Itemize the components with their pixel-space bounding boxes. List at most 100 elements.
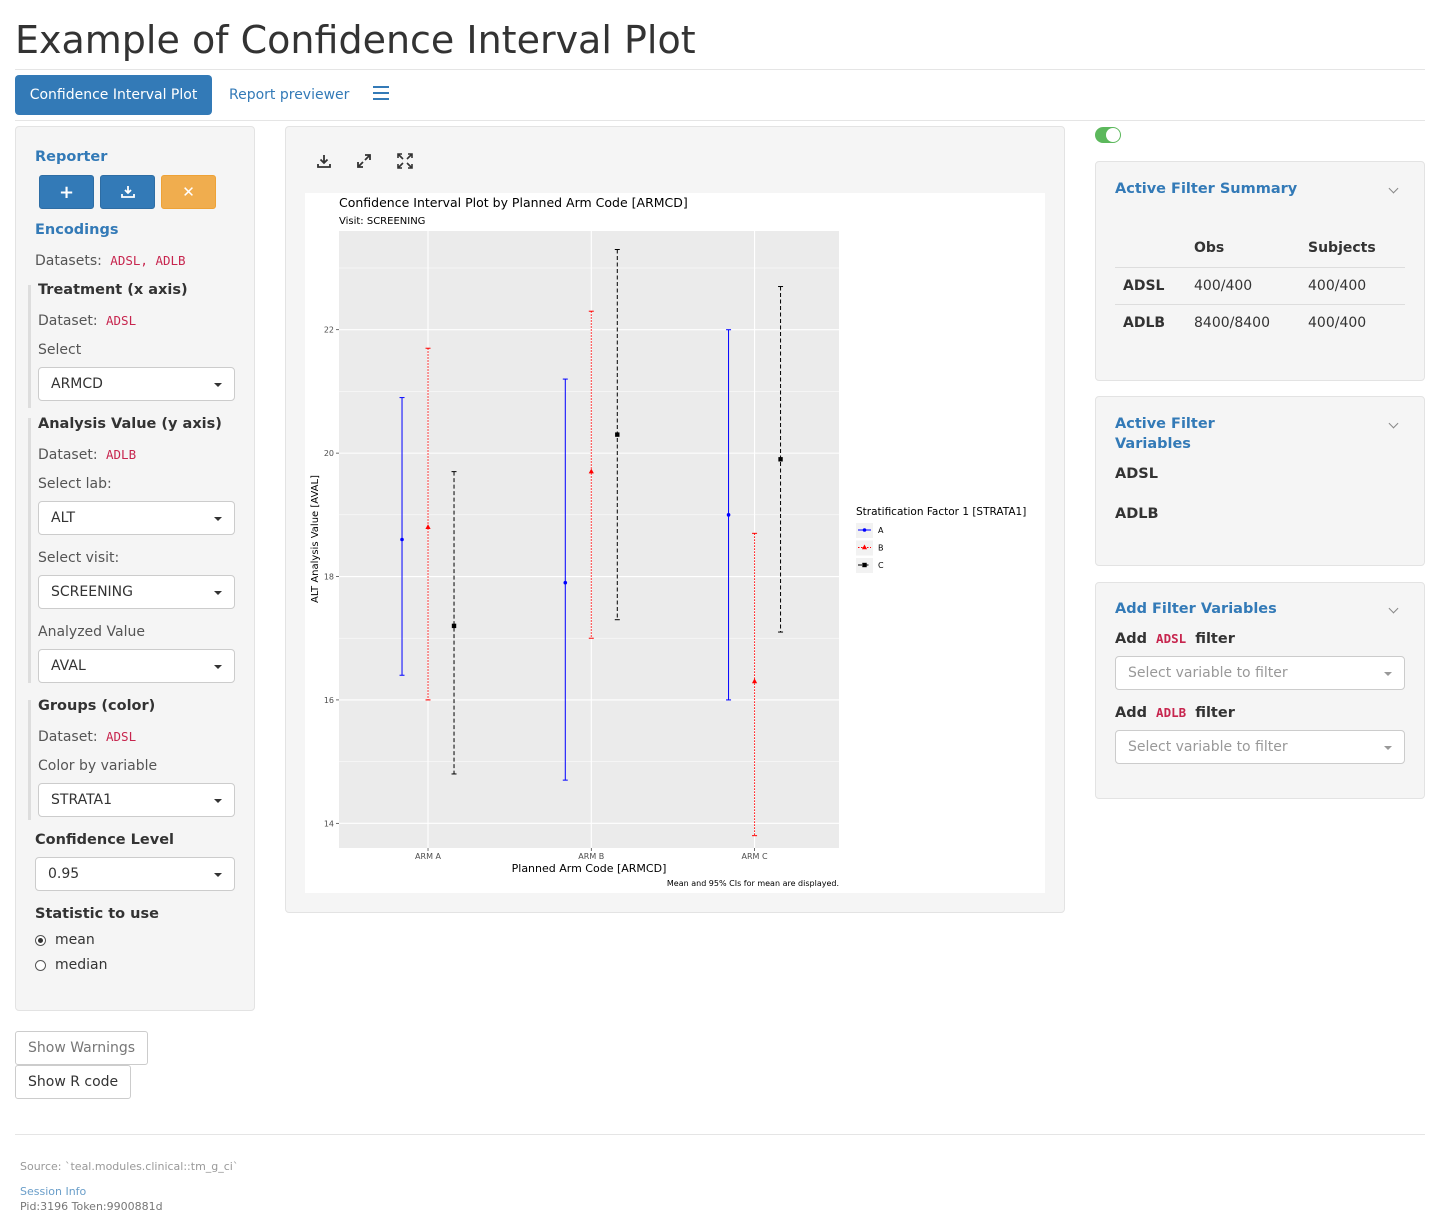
visit-select[interactable]: SCREENING — [38, 575, 235, 609]
table-header-row: Obs Subjects — [1115, 229, 1405, 267]
x-tick-label: ARM A — [415, 852, 441, 861]
color-by-label: Color by variable — [38, 758, 158, 774]
treatment-dataset-label: Dataset: — [38, 313, 98, 329]
analysis-group-border — [28, 418, 31, 683]
mean-point — [400, 537, 404, 542]
fullscreen-button[interactable] — [397, 153, 413, 173]
x-tick-label: ARM C — [742, 852, 768, 861]
show-r-code-button[interactable]: Show R code — [15, 1065, 132, 1099]
chevron-down-icon — [1384, 672, 1392, 676]
session-info-link[interactable]: Session Info — [20, 1185, 86, 1198]
show-warnings-button[interactable]: Show Warnings — [15, 1031, 149, 1065]
pid-text: Pid:3196 Token:9900881d — [20, 1200, 163, 1213]
visit-select-label: Select visit: — [38, 550, 120, 566]
analysis-title: Analysis Value (y axis) — [38, 416, 222, 432]
reset-report-button[interactable]: ✕ — [161, 175, 216, 209]
analysis-dataset-label: Dataset: — [38, 447, 98, 463]
analysis-dataset-row: Dataset: ADLB — [38, 447, 136, 463]
x-tick-label: ARM B — [578, 852, 604, 861]
adsl-filter-select[interactable]: Select variable to filter — [1115, 656, 1405, 690]
analyzed-value-select-value: AVAL — [51, 658, 86, 674]
chevron-down-icon — [214, 799, 222, 803]
hamburger-menu-icon[interactable] — [373, 86, 389, 100]
chart-subtitle: Visit: SCREENING — [339, 216, 425, 227]
treatment-select[interactable]: ARMCD — [38, 367, 235, 401]
add-to-report-button[interactable]: + — [39, 175, 94, 209]
radio-selected-icon[interactable] — [35, 934, 46, 946]
filter-word: filter — [1195, 705, 1235, 721]
lab-select[interactable]: ALT — [38, 501, 235, 535]
table-cell: ADSL — [1115, 266, 1186, 304]
filter-summary-table: Obs Subjects ADSL 400/400 400/400 ADLB 8… — [1115, 229, 1405, 341]
table-row: ADLB 8400/8400 400/400 — [1115, 303, 1405, 341]
add-word: Add — [1115, 705, 1147, 721]
lab-select-value: ALT — [51, 510, 76, 526]
tab-report-previewer[interactable]: Report previewer — [229, 75, 349, 115]
chevron-down-icon — [214, 517, 222, 521]
treatment-title: Treatment (x axis) — [38, 282, 188, 298]
statistic-option-mean-label: mean — [55, 932, 95, 948]
title-divider — [15, 69, 1425, 70]
groups-title: Groups (color) — [38, 698, 156, 714]
table-cell: 400/400 — [1300, 266, 1405, 304]
download-report-button[interactable] — [100, 175, 155, 209]
tabs-divider — [15, 120, 1425, 121]
download-icon — [317, 155, 331, 168]
panel-background — [339, 231, 839, 848]
mean-point — [726, 513, 731, 517]
adsl-filter-placeholder: Select variable to filter — [1128, 665, 1288, 681]
close-icon: ✕ — [182, 183, 195, 201]
encodings-label: Encodings — [35, 222, 119, 238]
ci-plot: Confidence Interval Plot by Planned Arm … — [310, 195, 1026, 888]
radio-unselected-icon[interactable] — [35, 959, 46, 971]
y-tick-label: 22 — [324, 326, 334, 335]
datasets-label: Datasets: — [35, 253, 102, 269]
adlb-filter-select[interactable]: Select variable to filter — [1115, 730, 1405, 764]
table-cell: 8400/8400 — [1186, 303, 1300, 341]
statistic-option-mean[interactable]: mean — [35, 932, 95, 948]
adlb-filter-placeholder: Select variable to filter — [1128, 739, 1288, 755]
table-cell: 400/400 — [1186, 266, 1300, 304]
table-row: ADSL 400/400 400/400 — [1115, 266, 1405, 304]
legend-key-marker — [862, 528, 867, 532]
chevron-down-icon — [214, 873, 222, 877]
chart-caption: Mean and 95% CIs for mean are displayed. — [667, 879, 839, 888]
active-dataset-adlb: ADLB — [1115, 506, 1159, 522]
statistic-option-median-label: median — [55, 957, 108, 973]
y-tick-label: 14 — [324, 819, 334, 828]
treatment-select-label: Select — [38, 342, 82, 358]
active-filter-variables-title-line1: Active Filter — [1115, 416, 1215, 432]
plot-canvas: Confidence Interval Plot by Planned Arm … — [305, 193, 1045, 893]
analyzed-value-select[interactable]: AVAL — [38, 649, 235, 683]
add-adlb-dataset: ADLB — [1156, 705, 1187, 720]
x-axis-label: Planned Arm Code [ARMCD] — [512, 862, 667, 875]
color-by-select-value: STRATA1 — [51, 792, 113, 808]
chart-title: Confidence Interval Plot by Planned Arm … — [339, 195, 688, 210]
color-by-select[interactable]: STRATA1 — [38, 783, 235, 817]
treatment-group-border — [28, 285, 31, 408]
active-filter-variables-title-line2: Variables — [1115, 436, 1191, 452]
download-plot-button[interactable] — [316, 153, 332, 173]
statistic-option-median[interactable]: median — [35, 957, 107, 973]
groups-group-border — [28, 700, 31, 820]
chevron-down-icon — [214, 665, 222, 669]
add-adlb-filter-label: Add ADLB filter — [1115, 705, 1235, 721]
groups-dataset-value: ADSL — [106, 729, 137, 744]
legend-label: B — [878, 544, 884, 553]
mean-point — [563, 580, 568, 585]
analyzed-value-label: Analyzed Value — [38, 624, 145, 640]
confidence-level-select[interactable]: 0.95 — [35, 857, 235, 891]
statistic-label: Statistic to use — [35, 906, 159, 922]
treatment-select-value: ARMCD — [51, 376, 103, 392]
reporter-label: Reporter — [35, 149, 108, 165]
table-header — [1115, 229, 1186, 267]
mean-point — [615, 432, 620, 437]
source-text: Source: `teal.modules.clinical::tm_g_ci` — [20, 1160, 239, 1173]
legend: ABC — [856, 523, 884, 573]
filter-panel-toggle[interactable] — [1095, 127, 1121, 143]
add-adsl-filter-label: Add ADSL filter — [1115, 631, 1235, 647]
treatment-dataset-value: ADSL — [106, 313, 137, 328]
tab-confidence-interval-plot[interactable]: Confidence Interval Plot — [15, 75, 212, 115]
expand-plot-button[interactable] — [356, 153, 372, 173]
mean-point — [451, 623, 457, 629]
